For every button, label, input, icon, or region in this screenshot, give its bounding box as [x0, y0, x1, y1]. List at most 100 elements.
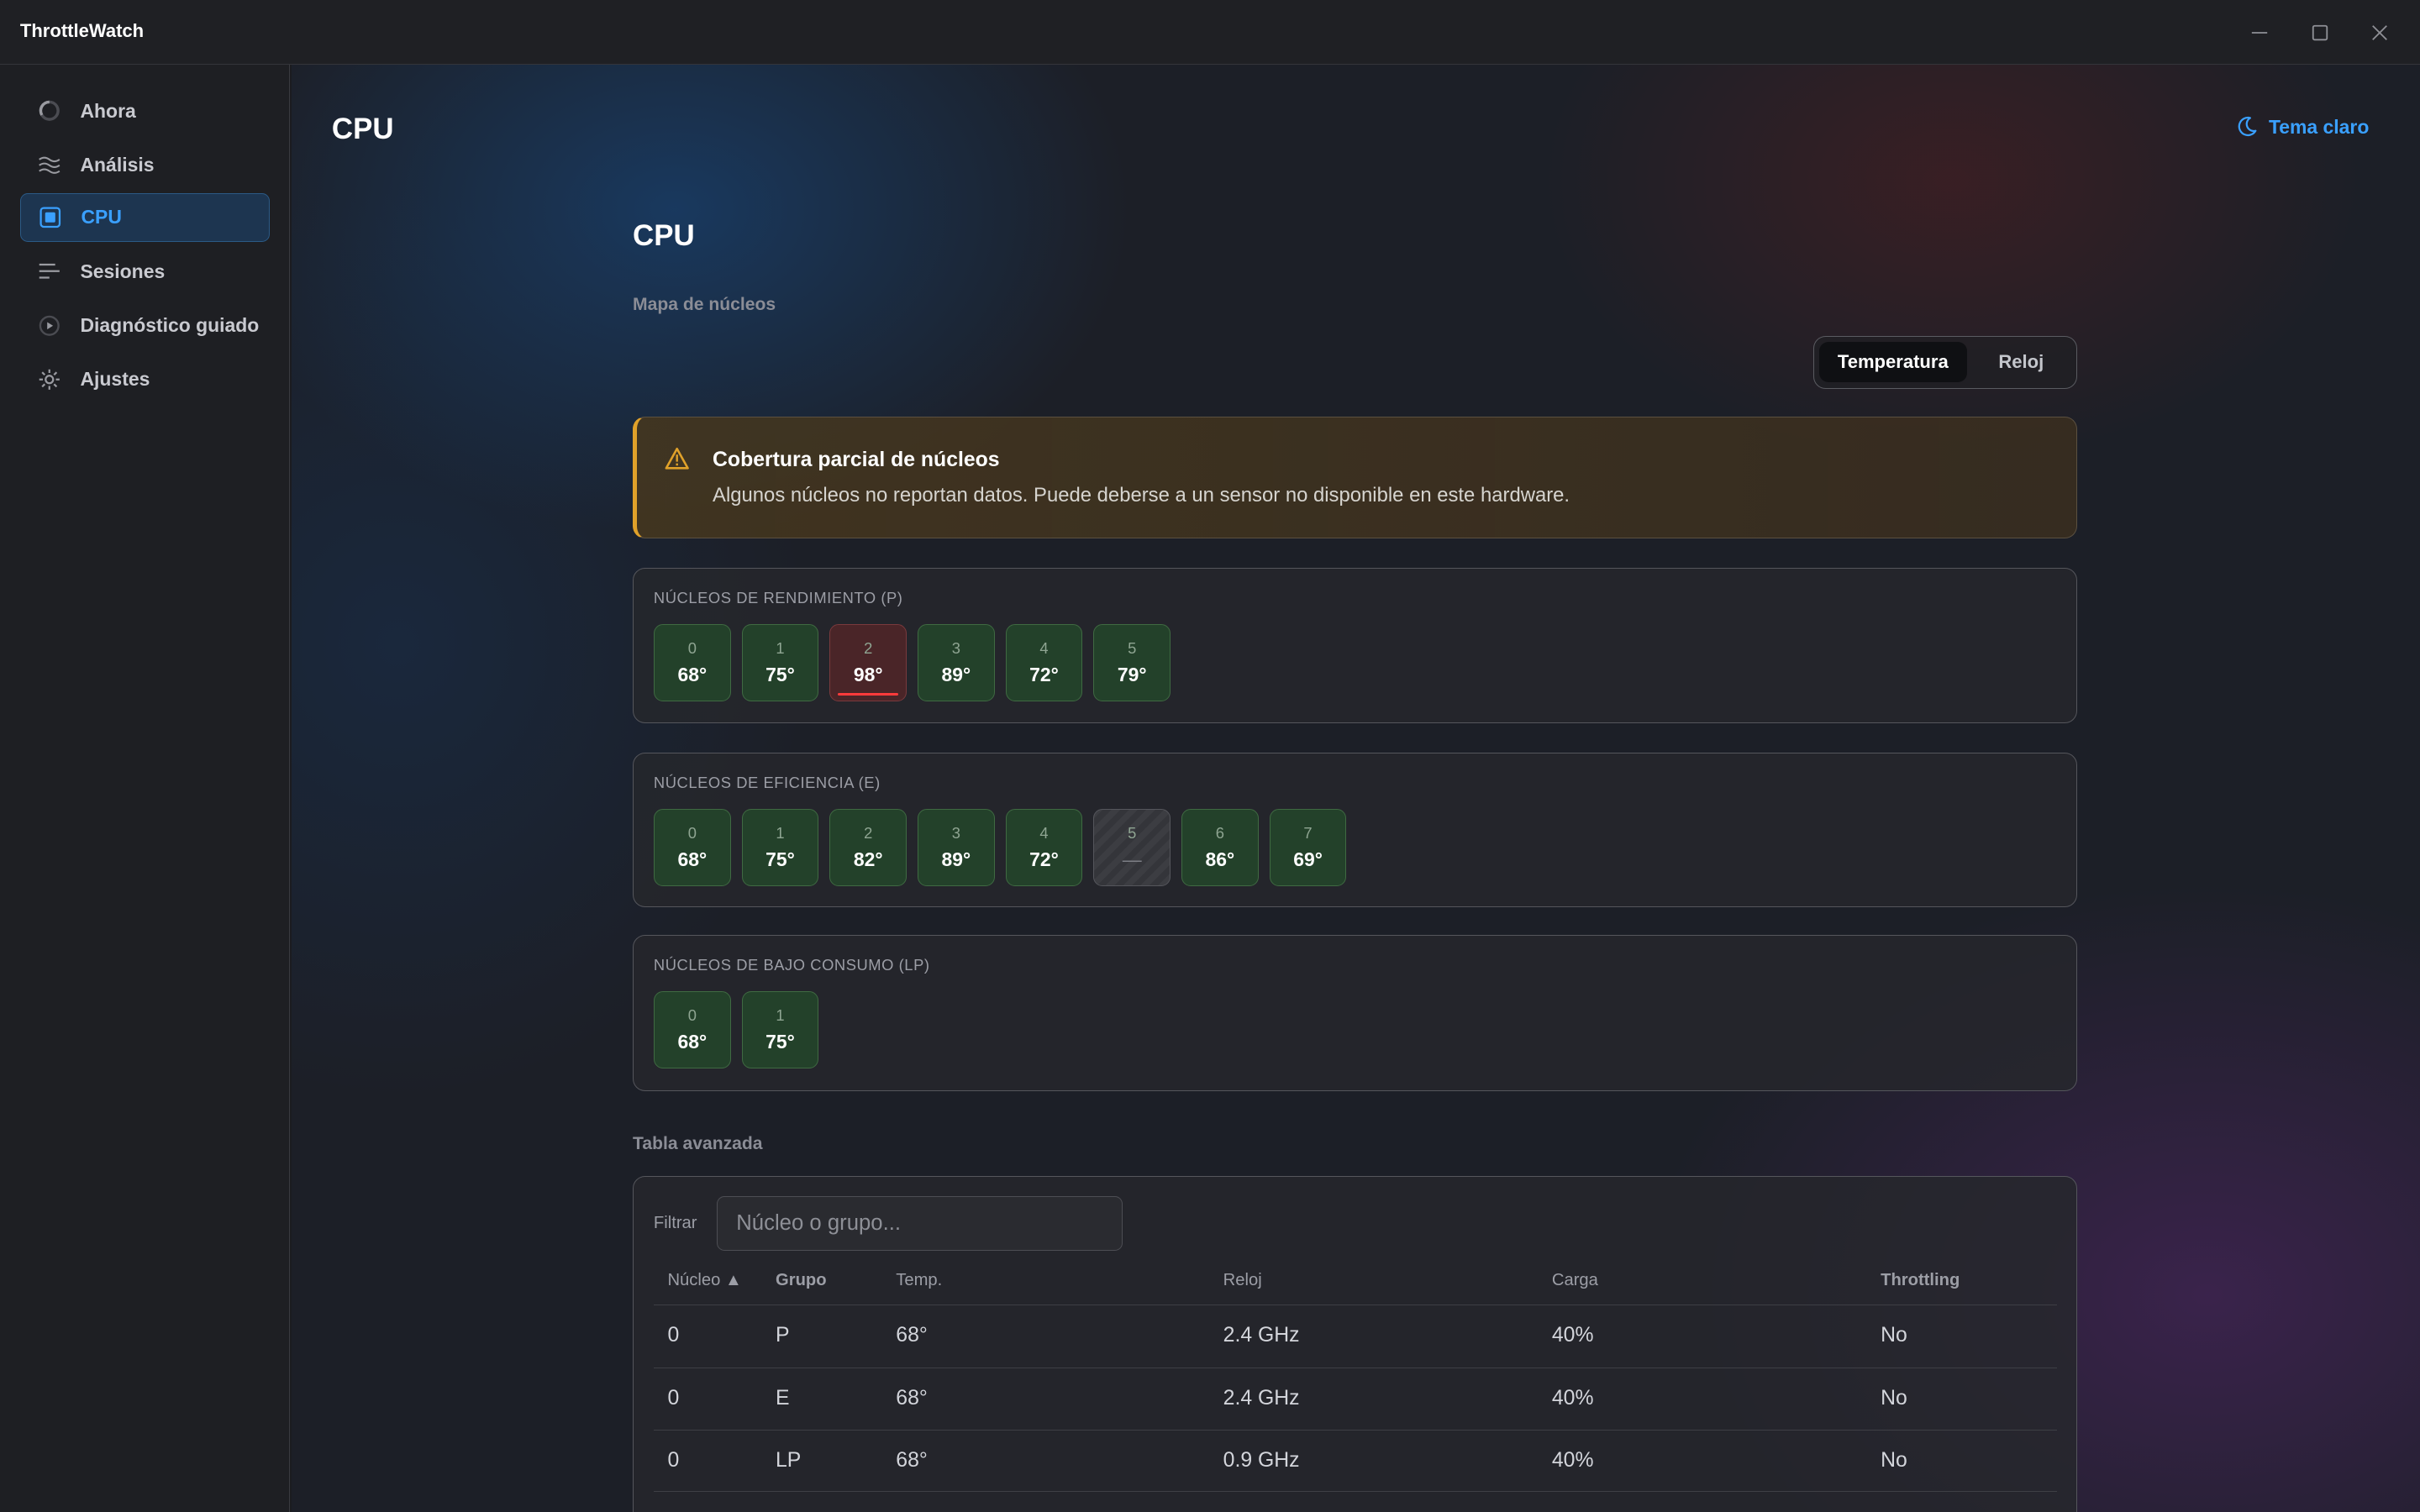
segment-temperatura[interactable]: Temperatura — [1818, 341, 1967, 382]
core-value: 72° — [1029, 848, 1059, 871]
maximize-button[interactable] — [2302, 15, 2336, 49]
core-value: 69° — [1293, 848, 1323, 871]
core-tile[interactable]: 3 89° — [917, 809, 995, 887]
core-tile[interactable]: 4 72° — [1005, 624, 1083, 701]
column-header-carga[interactable]: Carga — [1552, 1271, 1598, 1290]
main-panel: CPU Tema claro CPU Mapa de núcleos Tempe… — [292, 65, 2420, 1512]
cell-clock: 2.4 GHz — [1223, 1324, 1300, 1347]
core-index: 4 — [1039, 823, 1049, 842]
core-tile[interactable]: 6 86° — [1181, 809, 1259, 887]
core-value: 75° — [765, 663, 795, 685]
theme-toggle-label: Tema claro — [2268, 115, 2370, 138]
hot-indicator-bar — [838, 692, 898, 696]
column-header-temp[interactable]: Temp. — [896, 1271, 942, 1290]
cell-core: 0 — [667, 1387, 680, 1410]
core-index: 3 — [951, 638, 960, 657]
advanced-table-label: Tabla avanzada — [633, 1133, 763, 1153]
core-map-label: Mapa de núcleos — [633, 294, 776, 314]
table-row-divider — [653, 1491, 2057, 1494]
cell-load: 40% — [1551, 1387, 1594, 1410]
core-index: 1 — [776, 1005, 785, 1024]
core-index: 1 — [776, 638, 785, 657]
core-tile[interactable]: 0 68° — [653, 809, 731, 887]
core-tile[interactable]: 1 75° — [741, 991, 819, 1068]
gear-icon — [37, 367, 61, 391]
sidebar-item-label: Análisis — [80, 154, 155, 176]
group-low-power-cores: NÚCLEOS DE BAJO CONSUMO (LP) 0 68° 1 75° — [633, 935, 2078, 1091]
minimize-button[interactable] — [2243, 15, 2276, 49]
core-value: 86° — [1205, 848, 1235, 871]
filter-input[interactable] — [717, 1196, 1123, 1251]
core-value: 82° — [853, 848, 883, 871]
filter-label: Filtrar — [653, 1213, 697, 1232]
table-row[interactable]: 0 E 68° 2.4 GHz 40% No — [653, 1368, 2057, 1430]
core-index: 6 — [1215, 823, 1224, 842]
core-tile[interactable]: 0 68° — [653, 624, 731, 701]
core-index: 5 — [1128, 823, 1137, 842]
core-value: 68° — [677, 848, 708, 871]
page-title: CPU — [331, 113, 394, 146]
content-title: CPU — [633, 218, 695, 252]
core-index: 1 — [776, 823, 785, 842]
core-tile[interactable]: 3 89° — [917, 624, 995, 701]
core-tile[interactable]: 2 82° — [829, 809, 908, 887]
cell-core: 0 — [667, 1324, 680, 1347]
sidebar-item-diagnostico[interactable]: Diagnóstico guiado — [20, 301, 271, 350]
core-tile-hot[interactable]: 2 98° — [829, 624, 908, 701]
table-row[interactable]: 0 LP 68° 0.9 GHz 40% No — [653, 1429, 2057, 1492]
core-value: 68° — [677, 1031, 708, 1053]
sidebar-item-label: Ajustes — [80, 368, 150, 391]
maximize-icon — [2312, 24, 2328, 40]
core-value: 68° — [677, 663, 708, 685]
metric-segmented-control: Temperatura Reloj — [1813, 336, 2078, 389]
list-lines-icon — [37, 260, 61, 284]
segment-reloj[interactable]: Reloj — [1970, 342, 2072, 382]
core-value: 72° — [1029, 663, 1059, 685]
cell-temp: 68° — [896, 1324, 928, 1347]
column-header-grupo[interactable]: Grupo — [776, 1271, 827, 1290]
core-value: 79° — [1117, 663, 1147, 685]
column-header-nucleo[interactable]: Núcleo ▲ — [667, 1271, 741, 1290]
sidebar-item-analisis[interactable]: Análisis — [20, 140, 271, 190]
core-value: 75° — [765, 848, 795, 871]
cell-throttling: No — [1881, 1387, 1907, 1410]
app-window: ThrottleWatch Ahora Análisis CPU Sesione… — [0, 0, 2420, 1512]
core-tile-unavailable[interactable]: 5— — [1093, 809, 1171, 887]
group-label: NÚCLEOS DE RENDIMIENTO (P) — [653, 588, 903, 606]
table-row[interactable]: 0 P 68° 2.4 GHz 40% No — [653, 1305, 2057, 1367]
sidebar-item-ajustes[interactable]: Ajustes — [20, 354, 271, 404]
title-bar: ThrottleWatch — [0, 0, 2420, 66]
group-efficiency-cores: NÚCLEOS DE EFICIENCIA (E) 0 68° 1 75° 2 82°… — [633, 753, 2078, 907]
core-tile[interactable]: 5 79° — [1093, 624, 1171, 701]
core-index: 0 — [687, 638, 697, 657]
core-tile[interactable]: 1 75° — [741, 624, 819, 701]
sidebar-item-label: Ahora — [80, 99, 136, 122]
core-index: 3 — [951, 823, 960, 842]
column-header-throttling[interactable]: Throttling — [1881, 1271, 1960, 1290]
core-index: 4 — [1039, 638, 1049, 657]
group-label: NÚCLEOS DE EFICIENCIA (E) — [653, 774, 881, 792]
loading-circle-icon — [37, 99, 61, 123]
partial-coverage-warning: Cobertura parcial de núcleos Algunos núc… — [633, 416, 2078, 538]
core-tile[interactable]: 1 75° — [741, 809, 819, 887]
cell-clock: 2.4 GHz — [1223, 1387, 1300, 1410]
sidebar-item-label: Sesiones — [80, 260, 166, 282]
core-index: 5 — [1128, 638, 1137, 657]
cell-core: 0 — [667, 1448, 680, 1472]
theme-toggle-button[interactable]: Tema claro — [2236, 116, 2369, 139]
core-index: 0 — [687, 1005, 697, 1024]
sidebar-item-sesiones[interactable]: Sesiones — [20, 247, 271, 297]
cell-group: E — [776, 1387, 790, 1410]
column-header-reloj[interactable]: Reloj — [1223, 1271, 1262, 1290]
cell-load: 40% — [1551, 1448, 1594, 1472]
core-tile[interactable]: 4 72° — [1005, 809, 1083, 887]
core-tile[interactable]: 7 69° — [1269, 809, 1347, 887]
core-tile[interactable]: 0 68° — [653, 991, 731, 1068]
core-value: 89° — [941, 848, 971, 871]
sidebar-item-ahora[interactable]: Ahora — [20, 87, 271, 136]
app-title: ThrottleWatch — [19, 19, 145, 41]
warning-title: Cobertura parcial de núcleos — [713, 448, 1000, 471]
close-button[interactable] — [2363, 15, 2396, 49]
sidebar-item-cpu[interactable]: CPU — [19, 192, 271, 243]
cell-load: 40% — [1551, 1324, 1594, 1347]
